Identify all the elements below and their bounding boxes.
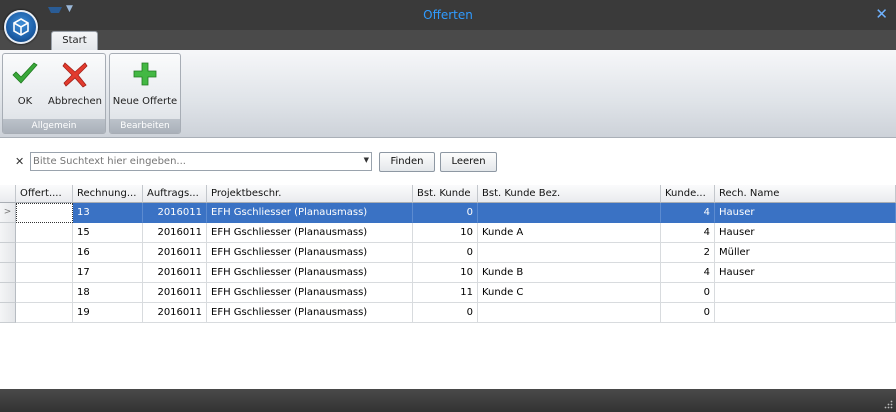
abbrechen-button-label: Abbrechen: [48, 96, 102, 107]
offerten-grid[interactable]: Offert.... Rechnung... Auftrags... Proje…: [0, 185, 896, 389]
column-header-bst-kunde-bez[interactable]: Bst. Kunde Bez.: [478, 185, 661, 203]
ribbon-tab-strip: [0, 30, 896, 50]
cell-projektbeschr[interactable]: EFH Gschliesser (Planausmass): [207, 203, 413, 223]
cell-bst-kunde-bez[interactable]: [478, 203, 661, 223]
title-bar: ▼ Offerten ✕: [0, 0, 896, 30]
cell-rechnung[interactable]: 13: [73, 203, 143, 223]
ribbon-group-allgemein: OK Abbrechen Allgemein: [2, 53, 106, 134]
row-indicator: [0, 263, 16, 283]
cell-offert[interactable]: [16, 243, 73, 263]
cell-rech-name[interactable]: Hauser: [715, 203, 896, 223]
cell-auftrags[interactable]: 2016011: [143, 263, 207, 283]
cell-bst-kunde-bez[interactable]: Kunde C: [478, 283, 661, 303]
cell-rechnung[interactable]: 17: [73, 263, 143, 283]
cell-offert[interactable]: [16, 263, 73, 283]
cell-kunde[interactable]: 4: [661, 263, 715, 283]
cell-kunde[interactable]: 2: [661, 243, 715, 263]
search-input[interactable]: [33, 154, 353, 169]
cell-projektbeschr[interactable]: EFH Gschliesser (Planausmass): [207, 243, 413, 263]
cell-offert[interactable]: [16, 223, 73, 243]
column-header-bst-kunde[interactable]: Bst. Kunde: [413, 185, 478, 203]
ok-button-label: OK: [17, 96, 33, 107]
leeren-button[interactable]: Leeren: [440, 152, 497, 172]
cell-rech-name[interactable]: Hauser: [715, 263, 896, 283]
cell-rechnung[interactable]: 16: [73, 243, 143, 263]
cell-offert[interactable]: [16, 303, 73, 323]
table-row[interactable]: 17 2016011 EFH Gschliesser (Planausmass)…: [0, 263, 896, 283]
cell-offert[interactable]: [16, 283, 73, 303]
neue-offerte-button-label: Neue Offerte: [112, 96, 178, 107]
table-row[interactable]: 15 2016011 EFH Gschliesser (Planausmass)…: [0, 223, 896, 243]
cell-rechnung[interactable]: 19: [73, 303, 143, 323]
chevron-down-icon[interactable]: ▼: [364, 156, 369, 164]
cell-bst-kunde[interactable]: 10: [413, 223, 478, 243]
cell-kunde[interactable]: 0: [661, 283, 715, 303]
row-indicator: [0, 283, 16, 303]
cell-bst-kunde-bez[interactable]: [478, 303, 661, 323]
column-header-rechnung[interactable]: Rechnung...: [73, 185, 143, 203]
resize-grip-icon[interactable]: [883, 399, 893, 409]
close-icon[interactable]: ✕: [875, 5, 888, 23]
column-header-offert[interactable]: Offert....: [16, 185, 73, 203]
cell-bst-kunde-bez[interactable]: [478, 243, 661, 263]
search-combobox[interactable]: ▼: [30, 152, 372, 171]
column-header-kunde[interactable]: Kunde...: [661, 185, 715, 203]
table-row[interactable]: 16 2016011 EFH Gschliesser (Planausmass)…: [0, 243, 896, 263]
checkmark-icon: [7, 58, 43, 90]
table-row[interactable]: > 13 2016011 EFH Gschliesser (Planausmas…: [0, 203, 896, 223]
cell-bst-kunde[interactable]: 0: [413, 243, 478, 263]
cell-rech-name[interactable]: Hauser: [715, 223, 896, 243]
ok-button[interactable]: OK: [7, 58, 43, 116]
cell-kunde[interactable]: 4: [661, 203, 715, 223]
column-header-auftrags[interactable]: Auftrags...: [143, 185, 207, 203]
neue-offerte-button[interactable]: Neue Offerte: [112, 58, 178, 116]
cell-rech-name[interactable]: [715, 283, 896, 303]
group-caption-allgemein: Allgemein: [3, 119, 105, 133]
cell-rechnung[interactable]: 15: [73, 223, 143, 243]
cell-projektbeschr[interactable]: EFH Gschliesser (Planausmass): [207, 223, 413, 243]
finden-button[interactable]: Finden: [379, 152, 435, 172]
ribbon: OK Abbrechen Allgemein Neue Offerte Bear…: [0, 50, 896, 138]
tab-start[interactable]: Start: [51, 31, 98, 51]
cell-rechnung[interactable]: 18: [73, 283, 143, 303]
cell-auftrags[interactable]: 2016011: [143, 303, 207, 323]
cell-bst-kunde[interactable]: 0: [413, 303, 478, 323]
window-title: Offerten: [423, 8, 473, 22]
row-indicator: [0, 223, 16, 243]
cell-projektbeschr[interactable]: EFH Gschliesser (Planausmass): [207, 283, 413, 303]
cell-auftrags[interactable]: 2016011: [143, 283, 207, 303]
cell-bst-kunde[interactable]: 10: [413, 263, 478, 283]
current-row-indicator: >: [0, 203, 16, 223]
status-bar: [0, 389, 896, 412]
column-header-projektbeschr[interactable]: Projektbeschr.: [207, 185, 413, 203]
table-row[interactable]: 19 2016011 EFH Gschliesser (Planausmass)…: [0, 303, 896, 323]
cell-bst-kunde-bez[interactable]: Kunde B: [478, 263, 661, 283]
cell-kunde[interactable]: 0: [661, 303, 715, 323]
cell-kunde[interactable]: 4: [661, 223, 715, 243]
cell-offert[interactable]: [16, 203, 73, 223]
group-caption-bearbeiten: Bearbeiten: [110, 119, 180, 133]
table-row[interactable]: 18 2016011 EFH Gschliesser (Planausmass)…: [0, 283, 896, 303]
cell-projektbeschr[interactable]: EFH Gschliesser (Planausmass): [207, 303, 413, 323]
grid-corner-header: [0, 185, 16, 203]
column-header-rech-name[interactable]: Rech. Name: [715, 185, 896, 203]
red-x-icon: [47, 58, 103, 90]
clear-search-icon[interactable]: ✕: [15, 155, 24, 168]
cell-bst-kunde-bez[interactable]: Kunde A: [478, 223, 661, 243]
cell-auftrags[interactable]: 2016011: [143, 223, 207, 243]
cell-bst-kunde[interactable]: 0: [413, 203, 478, 223]
cell-auftrags[interactable]: 2016011: [143, 203, 207, 223]
row-indicator: [0, 243, 16, 263]
cube-icon: [13, 18, 29, 36]
cell-bst-kunde[interactable]: 11: [413, 283, 478, 303]
cell-rech-name[interactable]: Müller: [715, 243, 896, 263]
cell-rech-name[interactable]: [715, 303, 896, 323]
ribbon-group-bearbeiten: Neue Offerte Bearbeiten: [109, 53, 181, 134]
row-indicator: [0, 303, 16, 323]
application-menu-button[interactable]: [4, 10, 38, 44]
cell-auftrags[interactable]: 2016011: [143, 243, 207, 263]
abbrechen-button[interactable]: Abbrechen: [47, 58, 103, 116]
cell-projektbeschr[interactable]: EFH Gschliesser (Planausmass): [207, 263, 413, 283]
green-plus-icon: [112, 58, 178, 90]
